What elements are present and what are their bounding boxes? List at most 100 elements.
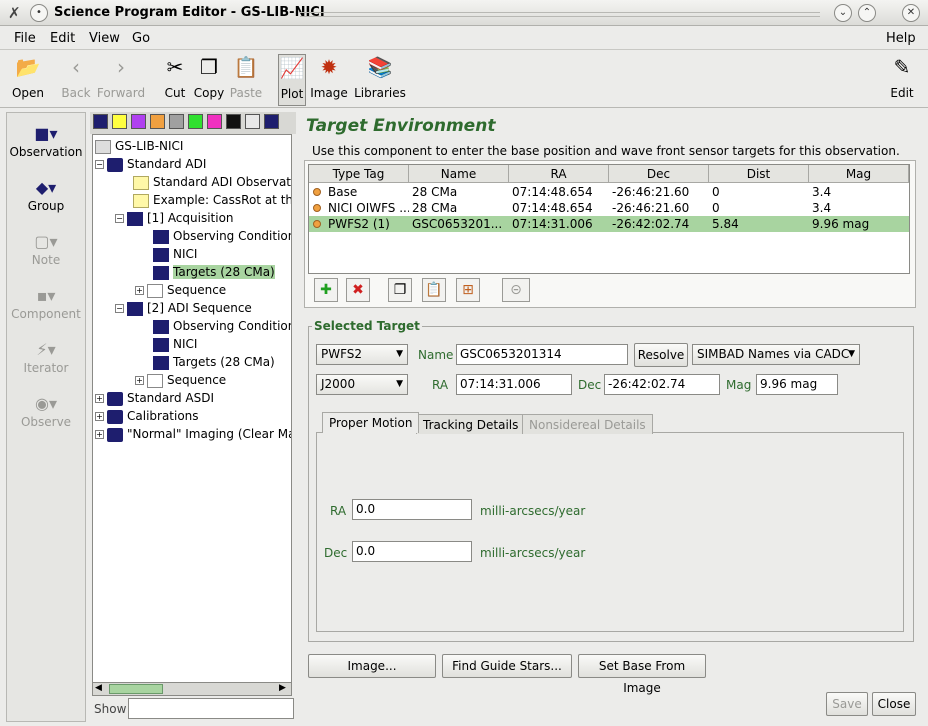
color-swatch[interactable] bbox=[93, 114, 108, 129]
expand-icon[interactable]: + bbox=[135, 376, 144, 385]
back-button[interactable]: ‹ Back bbox=[58, 54, 94, 106]
expand-icon[interactable]: + bbox=[95, 394, 104, 403]
libraries-button[interactable]: 📚 Libraries bbox=[352, 54, 408, 106]
tree-node[interactable]: + Calibrations bbox=[95, 407, 199, 425]
target-type-select[interactable]: PWFS2 bbox=[316, 344, 408, 365]
minimize-icon[interactable]: ⌄ bbox=[834, 4, 852, 22]
target-table[interactable]: Type Tag Name RA Dec Dist Mag Base 28 CM… bbox=[308, 164, 910, 274]
tree-node[interactable]: Observing Condition bbox=[153, 227, 291, 245]
col-header[interactable]: RA bbox=[509, 165, 609, 183]
forward-button[interactable]: › Forward bbox=[96, 54, 146, 106]
scroll-thumb[interactable] bbox=[109, 684, 163, 694]
color-swatch[interactable] bbox=[226, 114, 241, 129]
tree-node[interactable]: Standard ADI Observati bbox=[133, 173, 291, 191]
tab-proper-motion[interactable]: Proper Motion bbox=[322, 412, 420, 433]
remove-target-button[interactable]: ✖ bbox=[346, 278, 370, 302]
primary-target-button[interactable]: ⊝ bbox=[502, 278, 530, 302]
close-window-icon[interactable]: ✕ bbox=[902, 4, 920, 22]
tree-node[interactable]: Observing Condition bbox=[153, 317, 291, 335]
menu-help[interactable]: Help bbox=[886, 31, 916, 46]
expand-icon[interactable]: + bbox=[135, 286, 144, 295]
menu-file[interactable]: File bbox=[14, 31, 36, 46]
col-header[interactable]: Mag bbox=[809, 165, 909, 183]
duplicate-target-button[interactable]: ⊞ bbox=[456, 278, 480, 302]
color-swatch[interactable] bbox=[131, 114, 146, 129]
color-swatch[interactable] bbox=[264, 114, 279, 129]
table-row-selected[interactable]: PWFS2 (1) GSC0653201... 07:14:31.006 -26… bbox=[309, 216, 909, 232]
cut-button[interactable]: ✂ Cut bbox=[160, 54, 190, 106]
color-swatch[interactable] bbox=[188, 114, 203, 129]
window-menu-icon[interactable]: • bbox=[30, 4, 48, 22]
copy-target-button[interactable]: ❐ bbox=[388, 278, 412, 302]
tree-node[interactable]: − Standard ADI bbox=[95, 155, 206, 173]
resolve-button[interactable]: Resolve bbox=[634, 343, 688, 367]
color-swatch[interactable] bbox=[112, 114, 127, 129]
menu-view[interactable]: View bbox=[89, 31, 120, 46]
tree-node[interactable]: + Standard ASDI bbox=[95, 389, 214, 407]
set-base-from-image-button[interactable]: Set Base From Image bbox=[578, 654, 706, 695]
copy-button[interactable]: ❐ Copy bbox=[192, 54, 226, 106]
color-swatch[interactable] bbox=[207, 114, 222, 129]
table-row[interactable]: NICI OIWFS ... 28 CMa 07:14:48.654 -26:4… bbox=[309, 200, 909, 216]
tree-node[interactable]: + Sequence bbox=[135, 371, 226, 389]
add-target-button[interactable]: ✚ bbox=[314, 278, 338, 302]
table-row[interactable]: Base 28 CMa 07:14:48.654 -26:46:21.60 0 … bbox=[309, 184, 909, 200]
image-button[interactable]: Image... bbox=[308, 654, 436, 678]
expand-icon[interactable]: + bbox=[95, 412, 104, 421]
tree-node[interactable]: Example: CassRot at th bbox=[133, 191, 291, 209]
open-button[interactable]: 📂 Open bbox=[8, 54, 48, 106]
scroll-right-icon[interactable]: ▶ bbox=[279, 683, 286, 693]
scroll-left-icon[interactable]: ◀ bbox=[95, 683, 102, 693]
save-button[interactable]: Save bbox=[826, 692, 868, 716]
tab-nonsidereal-details[interactable]: Nonsidereal Details bbox=[522, 414, 653, 434]
tree-node[interactable]: NICI bbox=[153, 245, 197, 263]
create-component-button[interactable]: ▪▾ Component bbox=[7, 285, 85, 321]
pm-dec-input[interactable]: 0.0 bbox=[352, 541, 472, 562]
expand-icon[interactable]: + bbox=[95, 430, 104, 439]
col-header[interactable]: Dist bbox=[709, 165, 809, 183]
image-toolbar-button[interactable]: ✹ Image bbox=[310, 54, 348, 106]
edit-button[interactable]: ✎ Edit bbox=[886, 54, 918, 106]
tree-node[interactable]: + Sequence bbox=[135, 281, 226, 299]
ra-input[interactable]: 07:14:31.006 bbox=[456, 374, 572, 395]
tree-node[interactable]: − [1] Acquisition bbox=[115, 209, 234, 227]
create-iterator-button[interactable]: ⚡▾ Iterator bbox=[7, 339, 85, 375]
page-title: Target Environment bbox=[306, 116, 496, 136]
create-observe-button[interactable]: ◉▾ Observe bbox=[7, 393, 85, 429]
paste-button[interactable]: 📋 Paste bbox=[228, 54, 264, 106]
pm-ra-input[interactable]: 0.0 bbox=[352, 499, 472, 520]
menu-edit[interactable]: Edit bbox=[50, 31, 75, 46]
show-filter-input[interactable] bbox=[128, 698, 294, 719]
tab-tracking-details[interactable]: Tracking Details bbox=[416, 414, 526, 434]
maximize-icon[interactable]: ⌃ bbox=[858, 4, 876, 22]
menu-go[interactable]: Go bbox=[132, 31, 150, 46]
collapse-icon[interactable]: − bbox=[95, 160, 104, 169]
create-group-button[interactable]: ◆▾ Group bbox=[7, 177, 85, 213]
col-header[interactable]: Dec bbox=[609, 165, 709, 183]
find-guide-stars-button[interactable]: Find Guide Stars... bbox=[442, 654, 572, 678]
color-swatch[interactable] bbox=[245, 114, 260, 129]
close-button[interactable]: Close bbox=[872, 692, 916, 716]
col-header[interactable]: Type Tag bbox=[309, 165, 409, 183]
paste-target-button[interactable]: 📋 bbox=[422, 278, 446, 302]
collapse-icon[interactable]: − bbox=[115, 304, 124, 313]
mag-input[interactable]: 9.96 mag bbox=[756, 374, 838, 395]
tree-node[interactable]: NICI bbox=[153, 335, 197, 353]
create-note-button[interactable]: ▢▾ Note bbox=[7, 231, 85, 267]
color-swatch[interactable] bbox=[169, 114, 184, 129]
dec-input[interactable]: -26:42:02.74 bbox=[604, 374, 720, 395]
tree-root[interactable]: GS-LIB-NICI bbox=[95, 137, 183, 155]
tree-node[interactable]: + "Normal" Imaging (Clear Ma bbox=[95, 425, 291, 443]
col-header[interactable]: Name bbox=[409, 165, 509, 183]
tree-hscrollbar[interactable]: ◀ ▶ bbox=[92, 682, 292, 696]
coord-system-select[interactable]: J2000 bbox=[316, 374, 408, 395]
collapse-icon[interactable]: − bbox=[115, 214, 124, 223]
plot-button[interactable]: 📈 Plot bbox=[278, 54, 306, 106]
color-swatch[interactable] bbox=[150, 114, 165, 129]
catalog-select[interactable]: SIMBAD Names via CADC bbox=[692, 344, 860, 365]
tree-node[interactable]: Targets (28 CMa) bbox=[153, 353, 275, 371]
tree-node[interactable]: − [2] ADI Sequence bbox=[115, 299, 252, 317]
create-observation-button[interactable]: ■▾ Observation bbox=[7, 123, 85, 159]
tree-node-selected[interactable]: Targets (28 CMa) bbox=[153, 263, 275, 281]
target-name-input[interactable]: GSC0653201314 bbox=[456, 344, 628, 365]
